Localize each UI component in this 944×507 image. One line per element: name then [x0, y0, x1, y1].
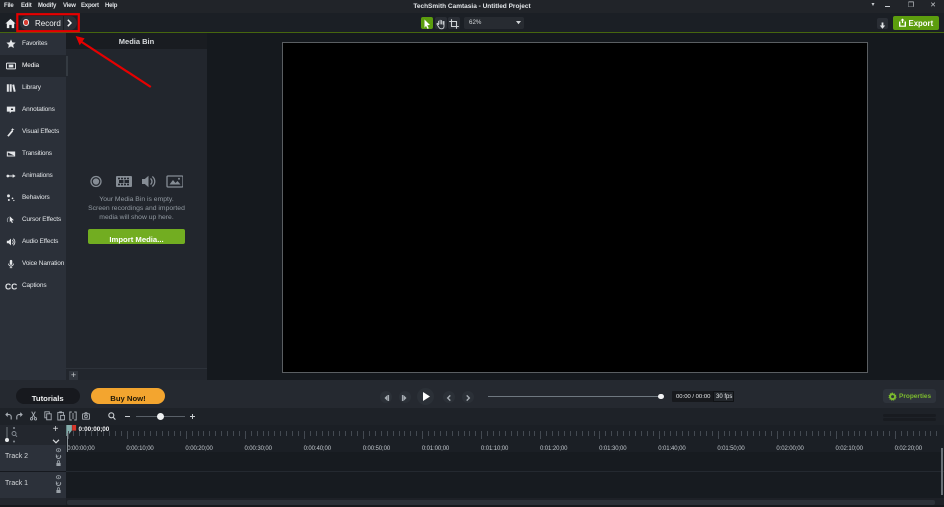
svg-text:CC: CC — [5, 282, 17, 292]
